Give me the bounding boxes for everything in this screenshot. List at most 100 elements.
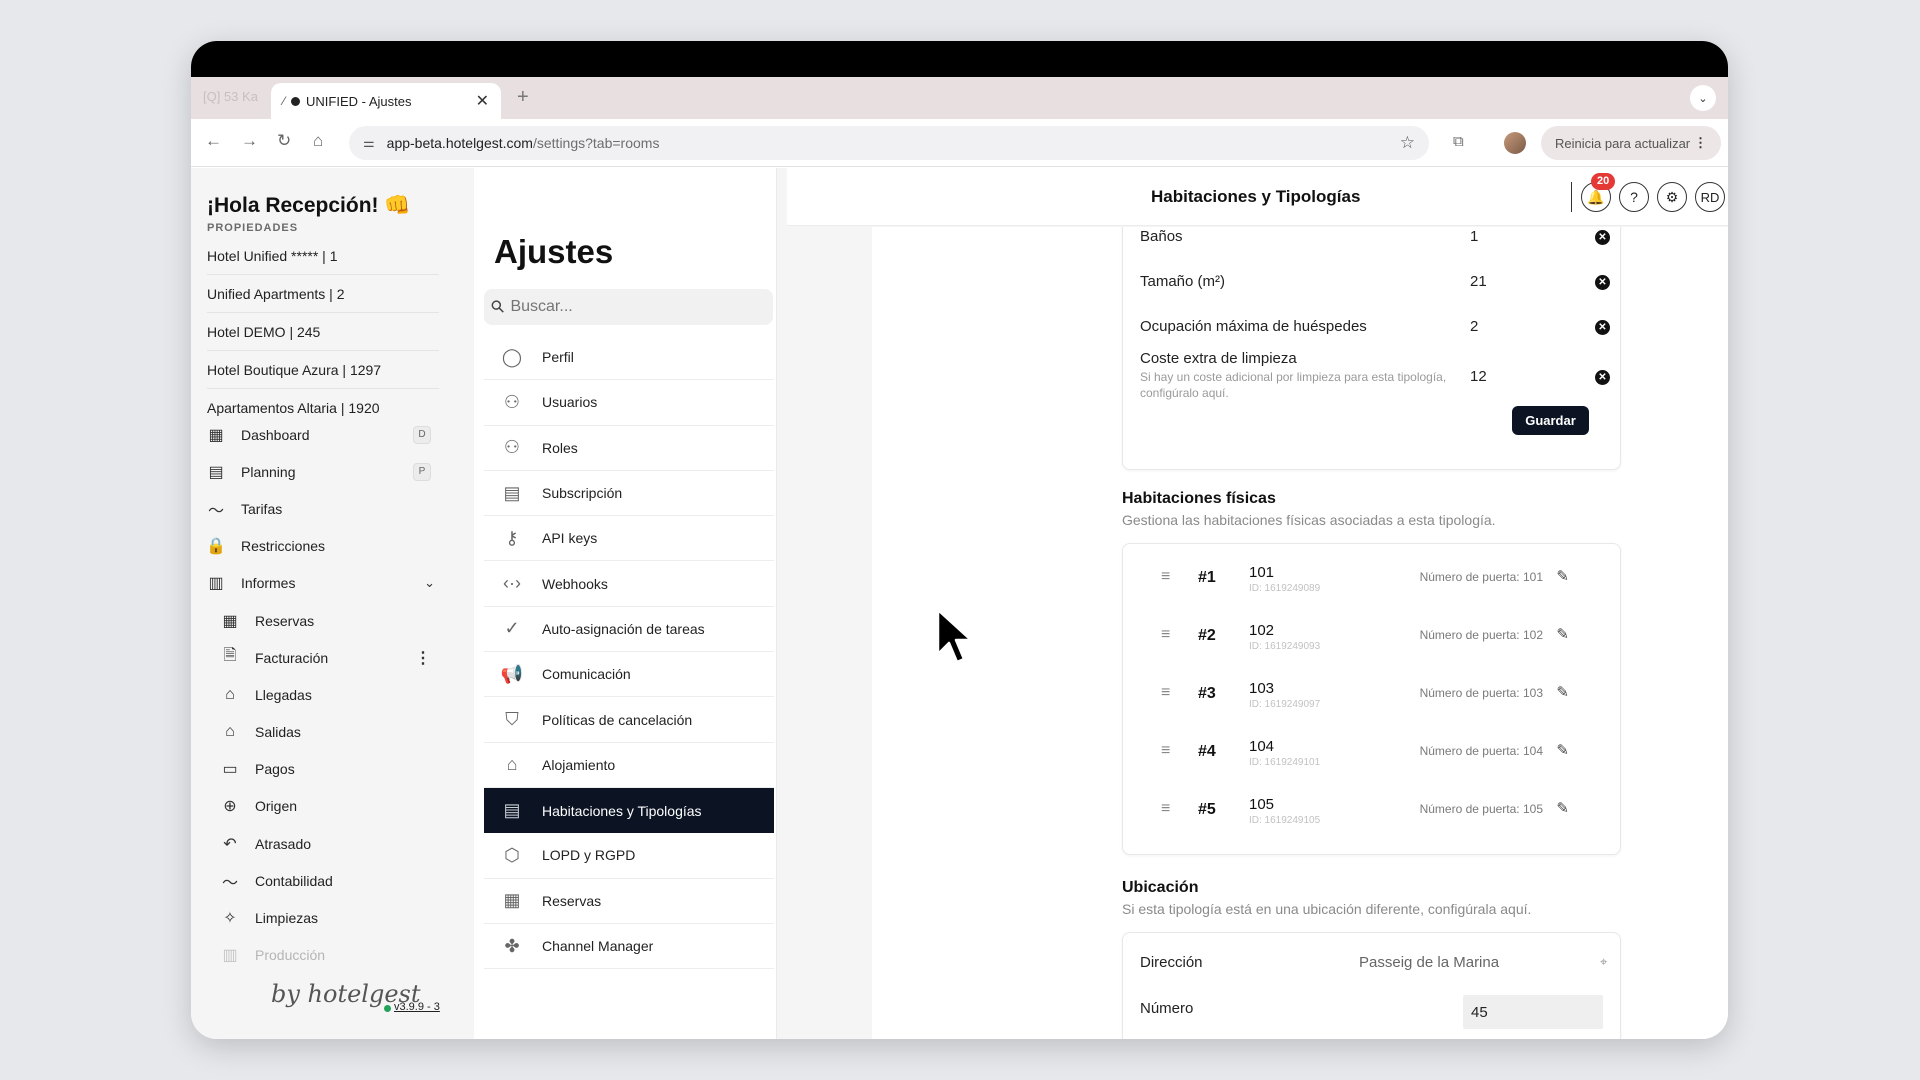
settings-item-api-keys[interactable]: ⚷ API keys <box>484 516 774 562</box>
field-label: Baños <box>1140 228 1183 245</box>
room-row[interactable]: ≡ #3 103 ID: 1619249097 Número de puerta… <box>1161 680 1581 720</box>
user-menu-button[interactable]: RD <box>1695 182 1725 212</box>
settings-item-roles[interactable]: ⚇ Roles <box>484 426 774 471</box>
gear-icon: ⚙ <box>1665 188 1679 205</box>
sidebar-item-pagos[interactable]: ▭ Pagos <box>205 751 441 788</box>
chart-icon: ▥ <box>222 947 238 965</box>
version-link[interactable]: v3.9.9 - 3 <box>394 1001 440 1013</box>
edit-icon[interactable]: ✎ <box>1556 683 1569 701</box>
edit-icon[interactable]: ✎ <box>1556 625 1569 643</box>
edit-icon[interactable]: ✎ <box>1556 799 1569 817</box>
search-input[interactable] <box>510 298 751 316</box>
sidebar-item-facturacion[interactable]: 🗎 Facturación ⋮ <box>205 639 441 676</box>
field-value[interactable]: 21 <box>1470 273 1570 290</box>
browser-menu-icon[interactable]: ⋮ <box>1694 135 1707 151</box>
more-options-icon[interactable]: ⋮ <box>415 648 431 668</box>
sidebar-item-salidas[interactable]: ⌂ Salidas <box>205 714 441 751</box>
field-value[interactable]: 2 <box>1470 318 1570 335</box>
sidebar-item-planning[interactable]: ▤ Planning P <box>205 453 441 490</box>
property-item[interactable]: Unified Apartments | 2 <box>207 275 439 313</box>
update-label: Reinicia para actualizar <box>1555 135 1691 151</box>
drag-handle-icon[interactable]: ≡ <box>1161 742 1170 760</box>
sidebar-item-reservas[interactable]: ▦ Reservas <box>205 602 441 639</box>
profile-avatar[interactable] <box>1504 132 1526 154</box>
forward-icon[interactable]: → <box>241 131 258 151</box>
ghost-tab[interactable]: [Q] 53 Ka <box>203 89 258 104</box>
room-id: ID: 1619249089 <box>1249 583 1321 594</box>
drag-handle-icon[interactable]: ≡ <box>1161 800 1170 818</box>
edit-icon[interactable]: ✎ <box>1556 567 1569 585</box>
settings-button[interactable]: ⚙ <box>1657 182 1687 212</box>
address-bar[interactable]: ⚌ app-beta.hotelgest.com /settings?tab=r… <box>349 126 1429 160</box>
update-button[interactable]: Reinicia para actualizar ⋮ <box>1541 126 1721 160</box>
property-item[interactable]: Hotel DEMO | 245 <box>207 313 439 351</box>
settings-item-alojamiento[interactable]: ⌂ Alojamiento <box>484 743 774 788</box>
room-index: #2 <box>1198 627 1216 644</box>
extensions-icon[interactable]: ⧉ <box>1453 133 1464 150</box>
settings-item-perfil[interactable]: ◯ Perfil <box>484 335 774 381</box>
settings-item-label: Políticas de cancelación <box>542 711 693 728</box>
rooms-card: ≡ #1 101 ID: 1619249089 Número de puerta… <box>1122 543 1621 855</box>
clear-icon[interactable]: ✕ <box>1595 370 1610 385</box>
property-item[interactable]: Hotel Unified ***** | 1 <box>207 237 439 275</box>
clear-icon[interactable]: ✕ <box>1595 230 1610 245</box>
typology-card: Baños 1 ✕ Tamaño (m²) 21 ✕ Ocupación máx… <box>1122 227 1621 470</box>
room-row[interactable]: ≡ #4 104 ID: 1619249101 Número de puerta… <box>1161 738 1581 778</box>
back-icon[interactable]: ← <box>205 131 222 151</box>
settings-item-habitaciones[interactable]: ▤ Habitaciones y Tipologías <box>484 787 774 834</box>
sidebar-item-tarifas[interactable]: 〜 Tarifas <box>205 490 441 527</box>
settings-item-webhooks[interactable]: ‹·› Webhooks <box>484 561 774 607</box>
edit-icon[interactable]: ✎ <box>1556 741 1569 759</box>
clear-icon[interactable]: ✕ <box>1595 275 1610 290</box>
sidebar-item-llegadas[interactable]: ⌂ Llegadas <box>205 676 441 713</box>
settings-item-auto-asignacion[interactable]: ✓ Auto-asignación de tareas <box>484 607 774 653</box>
chevron-down-icon[interactable]: ⌄ <box>424 575 435 591</box>
room-number: 103 <box>1249 680 1275 697</box>
drag-handle-icon[interactable]: ≡ <box>1161 626 1170 644</box>
room-id: ID: 1619249097 <box>1249 699 1321 710</box>
settings-item-subscripcion[interactable]: ▤ Subscripción <box>484 471 774 517</box>
map-pin-icon[interactable]: ⌖ <box>1600 954 1607 970</box>
field-value[interactable]: 1 <box>1470 228 1570 245</box>
field-value[interactable]: 12 <box>1470 368 1570 385</box>
new-tab-button[interactable]: + <box>517 86 529 109</box>
settings-item-reservas[interactable]: ▦ Reservas <box>484 879 774 924</box>
tab-unified-ajustes[interactable]: ⁄ UNIFIED - Ajustes ✕ <box>271 83 501 119</box>
room-row[interactable]: ≡ #1 101 ID: 1619249089 Número de puerta… <box>1161 564 1581 604</box>
sidebar-item-origen[interactable]: ⊕ Origen <box>205 788 441 825</box>
drag-handle-icon[interactable]: ≡ <box>1161 568 1170 586</box>
site-info-icon[interactable]: ⚌ <box>363 135 375 151</box>
reload-icon[interactable]: ↻ <box>277 131 291 151</box>
sidebar-item-atrasado[interactable]: ↶ Atrasado <box>205 825 441 862</box>
room-row[interactable]: ≡ #5 105 ID: 1619249105 Número de puerta… <box>1161 796 1581 836</box>
room-number: 101 <box>1249 564 1275 581</box>
bookmark-star-icon[interactable]: ☆ <box>1400 133 1415 153</box>
save-button[interactable]: Guardar <box>1512 406 1589 435</box>
property-item[interactable]: Hotel Boutique Azura | 1297 <box>207 351 439 389</box>
sidebar-item-label: Contabilidad <box>255 872 333 889</box>
address-value[interactable]: Passeig de la Marina <box>1359 954 1499 971</box>
settings-item-channel-manager[interactable]: ✤ Channel Manager <box>484 924 774 970</box>
settings-item-usuarios[interactable]: ⚇ Usuarios <box>484 380 774 426</box>
room-row[interactable]: ≡ #2 102 ID: 1619249093 Número de puerta… <box>1161 622 1581 662</box>
clear-icon[interactable]: ✕ <box>1595 320 1610 335</box>
help-button[interactable]: ? <box>1619 182 1649 212</box>
sidebar-item-contabilidad[interactable]: 〜 Contabilidad <box>205 862 441 899</box>
settings-item-comunicacion[interactable]: 📢 Comunicación <box>484 652 774 698</box>
settings-item-lopd[interactable]: ⬡ LOPD y RGPD <box>484 833 774 879</box>
street-number-input[interactable] <box>1463 995 1603 1029</box>
settings-item-politicas[interactable]: ⛉ Políticas de cancelación <box>484 697 774 743</box>
tab-search-button[interactable]: ⌄ <box>1690 85 1716 111</box>
sidebar-item-informes[interactable]: ▥ Informes ⌄ <box>205 565 441 602</box>
status-dot-icon <box>384 1005 391 1012</box>
sidebar-item-dashboard[interactable]: ▦ Dashboard D <box>205 416 441 453</box>
sidebar-item-limpiezas[interactable]: ✧ Limpiezas <box>205 899 441 936</box>
settings-search[interactable]: ⚲ <box>484 289 773 325</box>
close-tab-icon[interactable]: ✕ <box>476 91 489 111</box>
document-icon: ▤ <box>503 482 521 503</box>
url-path: /settings?tab=rooms <box>532 135 660 151</box>
drag-handle-icon[interactable]: ≡ <box>1161 684 1170 702</box>
sidebar-item-restricciones[interactable]: 🔒 Restricciones <box>205 528 441 565</box>
sidebar-item-produccion[interactable]: ▥ Producción <box>205 937 441 974</box>
home-icon[interactable]: ⌂ <box>313 131 323 151</box>
